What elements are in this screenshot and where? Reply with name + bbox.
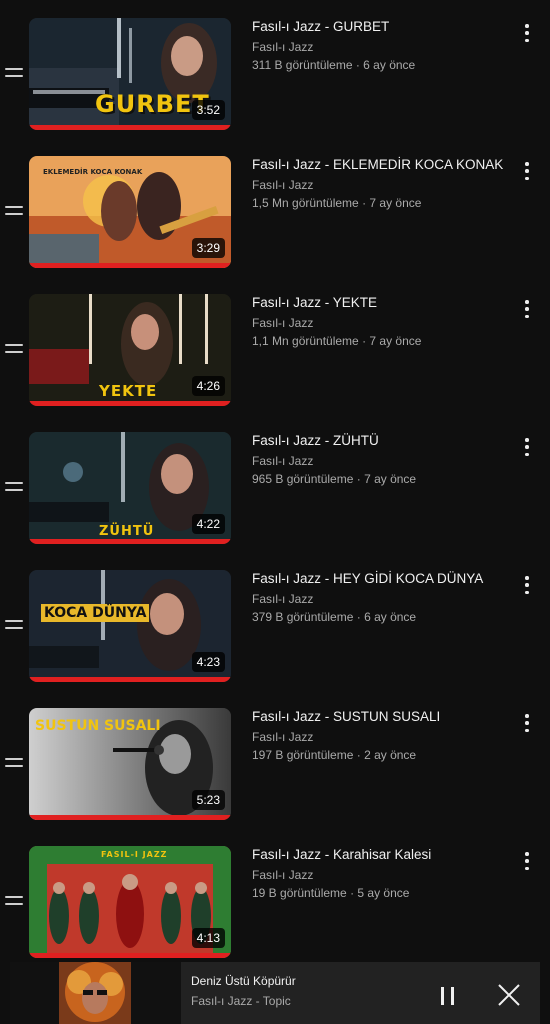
playlist-item[interactable]: ZÜHTÜ 4:22 Fasıl-ı Jazz - ZÜHTÜ Fasıl-ı … — [0, 432, 550, 570]
video-title: Fasıl-ı Jazz - ZÜHTÜ — [252, 433, 379, 448]
video-thumbnail[interactable]: EKLEMEDİR KOCA KONAK 3:29 — [29, 156, 231, 268]
drag-handle-icon[interactable] — [5, 344, 23, 358]
duration-badge: 4:22 — [191, 514, 225, 534]
album-art — [59, 962, 131, 1024]
video-title: Fasıl-ı Jazz - EKLEMEDİR KOCA KONAK — [252, 157, 504, 172]
more-vert-icon[interactable] — [521, 24, 533, 42]
video-meta[interactable]: Fasıl-ı Jazz - HEY GİDİ KOCA DÜNYA Fasıl… — [252, 570, 514, 624]
video-stats: 197 B görüntüleme · 2 ay önce — [252, 748, 417, 762]
duration-badge: 3:52 — [191, 100, 225, 120]
video-meta[interactable]: Fasıl-ı Jazz - Karahisar Kalesi Fasıl-ı … — [252, 846, 514, 900]
watch-progress-bar — [29, 401, 231, 406]
more-vert-icon[interactable] — [521, 714, 533, 732]
video-stats: 1,1 Mn görüntüleme · 7 ay önce — [252, 334, 422, 348]
drag-handle-icon[interactable] — [5, 68, 23, 82]
more-vert-icon[interactable] — [521, 438, 533, 456]
video-title: Fasıl-ı Jazz - Karahisar Kalesi — [252, 847, 432, 862]
video-stats: 19 B görüntüleme · 5 ay önce — [252, 886, 410, 900]
watch-progress-bar — [29, 263, 231, 268]
mini-player-title: Deniz Üstü Köpürür — [191, 974, 296, 988]
thumbnail-title-text: EKLEMEDİR KOCA KONAK — [43, 168, 143, 176]
mini-player-artwork[interactable] — [59, 962, 131, 1024]
video-thumbnail[interactable]: SUSTUN SUSALI 5:23 — [29, 708, 231, 820]
watch-progress-bar — [29, 125, 231, 130]
video-title: Fasıl-ı Jazz - HEY GİDİ KOCA DÜNYA — [252, 571, 484, 586]
channel-name: Fasıl-ı Jazz — [252, 454, 314, 468]
video-stats: 965 B görüntüleme · 7 ay önce — [252, 472, 417, 486]
more-vert-icon[interactable] — [521, 162, 533, 180]
channel-name: Fasıl-ı Jazz — [252, 178, 314, 192]
thumbnail-title-text: YEKTE — [99, 382, 158, 400]
duration-badge: 5:23 — [191, 790, 225, 810]
watch-progress-bar — [29, 539, 231, 544]
drag-handle-icon[interactable] — [5, 758, 23, 772]
video-thumbnail[interactable]: YEKTE 4:26 — [29, 294, 231, 406]
video-meta[interactable]: Fasıl-ı Jazz - GURBET Fasıl-ı Jazz 311 B… — [252, 18, 514, 72]
duration-badge: 3:29 — [191, 238, 225, 258]
playlist-item[interactable]: GURBET 3:52 Fasıl-ı Jazz - GURBET Fasıl-… — [0, 18, 550, 156]
thumbnail-title-text: ZÜHTÜ — [99, 524, 155, 539]
channel-name: Fasıl-ı Jazz — [252, 730, 314, 744]
mini-player-art-bg — [10, 962, 59, 1024]
duration-badge: 4:26 — [191, 376, 225, 396]
thumbnail-title-text: KOCA DÜNYA — [41, 604, 150, 622]
drag-handle-icon[interactable] — [5, 620, 23, 634]
close-icon[interactable] — [496, 982, 522, 1008]
video-thumbnail[interactable]: KOCA DÜNYA 4:23 — [29, 570, 231, 682]
more-vert-icon[interactable] — [521, 852, 533, 870]
channel-name: Fasıl-ı Jazz — [252, 868, 314, 882]
playlist-item[interactable]: YEKTE 4:26 Fasıl-ı Jazz - YEKTE Fasıl-ı … — [0, 294, 550, 432]
video-stats: 311 B görüntüleme · 6 ay önce — [252, 58, 416, 72]
video-meta[interactable]: Fasıl-ı Jazz - EKLEMEDİR KOCA KONAK Fası… — [252, 156, 514, 210]
video-thumbnail[interactable]: FASIL-I JAZZ 4:13 — [29, 846, 231, 958]
more-vert-icon[interactable] — [521, 576, 533, 594]
channel-name: Fasıl-ı Jazz — [252, 592, 314, 606]
mini-player[interactable]: Deniz Üstü Köpürür Fasıl-ı Jazz - Topic — [10, 962, 540, 1024]
watch-progress-bar — [29, 815, 231, 820]
playlist-item[interactable]: EKLEMEDİR KOCA KONAK 3:29 Fasıl-ı Jazz -… — [0, 156, 550, 294]
video-thumbnail[interactable]: GURBET 3:52 — [29, 18, 231, 130]
thumbnail-title-text: SUSTUN SUSALI — [35, 718, 161, 734]
video-meta[interactable]: Fasıl-ı Jazz - ZÜHTÜ Fasıl-ı Jazz 965 B … — [252, 432, 514, 486]
video-title: Fasıl-ı Jazz - SUSTUN SUSALI — [252, 709, 441, 724]
drag-handle-icon[interactable] — [5, 896, 23, 910]
video-thumbnail[interactable]: ZÜHTÜ 4:22 — [29, 432, 231, 544]
channel-name: Fasıl-ı Jazz — [252, 316, 314, 330]
video-meta[interactable]: Fasıl-ı Jazz - SUSTUN SUSALI Fasıl-ı Jaz… — [252, 708, 514, 762]
channel-name: Fasıl-ı Jazz — [252, 40, 314, 54]
drag-handle-icon[interactable] — [5, 206, 23, 220]
video-meta[interactable]: Fasıl-ı Jazz - YEKTE Fasıl-ı Jazz 1,1 Mn… — [252, 294, 514, 348]
drag-handle-icon[interactable] — [5, 482, 23, 496]
video-title: Fasıl-ı Jazz - YEKTE — [252, 295, 378, 310]
pause-icon[interactable] — [440, 987, 456, 1005]
mini-player-subtitle: Fasıl-ı Jazz - Topic — [191, 994, 291, 1008]
watch-progress-bar — [29, 953, 231, 958]
more-vert-icon[interactable] — [521, 300, 533, 318]
video-stats: 379 B görüntüleme · 6 ay önce — [252, 610, 417, 624]
thumbnail-title-text: FASIL-I JAZZ — [101, 850, 168, 859]
playlist-item[interactable]: KOCA DÜNYA 4:23 Fasıl-ı Jazz - HEY GİDİ … — [0, 570, 550, 708]
duration-badge: 4:23 — [191, 652, 225, 672]
video-stats: 1,5 Mn görüntüleme · 7 ay önce — [252, 196, 422, 210]
watch-progress-bar — [29, 677, 231, 682]
duration-badge: 4:13 — [191, 928, 225, 948]
video-title: Fasıl-ı Jazz - GURBET — [252, 19, 390, 34]
playlist-item[interactable]: SUSTUN SUSALI 5:23 Fasıl-ı Jazz - SUSTUN… — [0, 708, 550, 846]
mini-player-art-bg — [131, 962, 181, 1024]
